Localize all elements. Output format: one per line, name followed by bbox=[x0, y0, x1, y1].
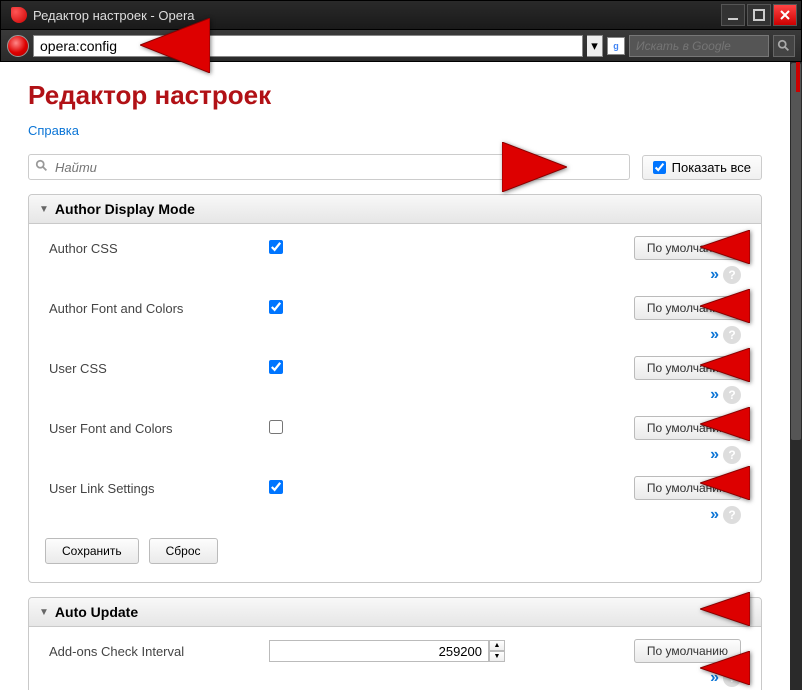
expand-chevron-icon[interactable]: » bbox=[710, 669, 717, 687]
stepper-down[interactable]: ▼ bbox=[489, 651, 505, 662]
address-toolbar: ▾ g bbox=[0, 30, 802, 62]
section-title: Author Display Mode bbox=[55, 201, 195, 217]
window-title: Редактор настроек - Opera bbox=[33, 8, 721, 23]
setting-row: User Font and Colors По умолчанию bbox=[29, 410, 761, 446]
help-icon[interactable]: ? bbox=[723, 266, 741, 284]
stepper-up[interactable]: ▲ bbox=[489, 640, 505, 651]
config-section: ▼Auto UpdateAdd-ons Check Interval▲▼По у… bbox=[28, 597, 762, 690]
setting-label: Author Font and Colors bbox=[49, 301, 269, 316]
setting-label: Author CSS bbox=[49, 241, 269, 256]
maximize-button[interactable] bbox=[747, 4, 771, 26]
setting-checkbox[interactable] bbox=[269, 420, 283, 434]
section-header[interactable]: ▼ Auto Update bbox=[29, 598, 761, 627]
expand-chevron-icon[interactable]: » bbox=[710, 266, 717, 284]
config-search-input[interactable] bbox=[28, 154, 630, 180]
setting-checkbox[interactable] bbox=[269, 240, 283, 254]
vertical-scrollbar[interactable] bbox=[790, 62, 802, 690]
expand-chevron-icon[interactable]: » bbox=[710, 386, 717, 404]
default-button[interactable]: По умолчанию bbox=[634, 236, 741, 260]
setting-label: Add-ons Check Interval bbox=[49, 644, 269, 659]
default-button[interactable]: По умолчанию bbox=[634, 356, 741, 380]
default-button[interactable]: По умолчанию bbox=[634, 416, 741, 440]
setting-row: Author CSS По умолчанию bbox=[29, 230, 761, 266]
minimize-button[interactable] bbox=[721, 4, 745, 26]
help-link[interactable]: Справка bbox=[28, 123, 79, 138]
help-icon[interactable]: ? bbox=[723, 446, 741, 464]
setting-row: Add-ons Check Interval ▲▼ По умолчанию bbox=[29, 633, 761, 669]
browser-search-button[interactable] bbox=[773, 35, 795, 57]
show-all-label: Показать все bbox=[672, 160, 751, 175]
setting-checkbox[interactable] bbox=[269, 480, 283, 494]
collapse-icon: ▼ bbox=[39, 204, 49, 215]
url-input[interactable] bbox=[33, 35, 583, 57]
close-button[interactable] bbox=[773, 4, 797, 26]
page-title: Редактор настроек bbox=[28, 80, 762, 111]
default-button[interactable]: По умолчанию bbox=[634, 296, 741, 320]
default-button[interactable]: По умолчанию bbox=[634, 476, 741, 500]
setting-checkbox[interactable] bbox=[269, 360, 283, 374]
show-all-checkbox[interactable] bbox=[653, 161, 666, 174]
setting-label: User Link Settings bbox=[49, 481, 269, 496]
setting-row: Author Font and Colors По умолчанию bbox=[29, 290, 761, 326]
collapse-icon: ▼ bbox=[39, 607, 49, 618]
help-icon[interactable]: ? bbox=[723, 669, 741, 687]
help-icon[interactable]: ? bbox=[723, 506, 741, 524]
setting-label: User CSS bbox=[49, 361, 269, 376]
setting-number-input[interactable] bbox=[269, 640, 489, 662]
section-title: Auto Update bbox=[55, 604, 138, 620]
help-icon[interactable]: ? bbox=[723, 386, 741, 404]
setting-label: User Font and Colors bbox=[49, 421, 269, 436]
show-all-toggle[interactable]: Показать все bbox=[642, 155, 762, 180]
opera-menu-button[interactable] bbox=[7, 35, 29, 57]
expand-chevron-icon[interactable]: » bbox=[710, 506, 717, 524]
setting-row: User Link Settings По умолчанию bbox=[29, 470, 761, 506]
opera-icon bbox=[11, 7, 27, 23]
help-icon[interactable]: ? bbox=[723, 326, 741, 344]
setting-row: User CSS По умолчанию bbox=[29, 350, 761, 386]
save-button[interactable]: Сохранить bbox=[45, 538, 139, 564]
window-titlebar: Редактор настроек - Opera bbox=[0, 0, 802, 30]
url-dropdown-button[interactable]: ▾ bbox=[587, 35, 603, 57]
search-icon bbox=[35, 159, 49, 176]
section-header[interactable]: ▼ Author Display Mode bbox=[29, 195, 761, 224]
decoration bbox=[796, 62, 800, 92]
default-button[interactable]: По умолчанию bbox=[634, 639, 741, 663]
config-section: ▼ Author Display Mode Author CSS По умолчан… bbox=[28, 194, 762, 583]
setting-checkbox[interactable] bbox=[269, 300, 283, 314]
expand-chevron-icon[interactable]: » bbox=[710, 446, 717, 464]
reset-button[interactable]: Сброс bbox=[149, 538, 218, 564]
expand-chevron-icon[interactable]: » bbox=[710, 326, 717, 344]
browser-search-input[interactable] bbox=[629, 35, 769, 57]
search-engine-icon[interactable]: g bbox=[607, 37, 625, 55]
